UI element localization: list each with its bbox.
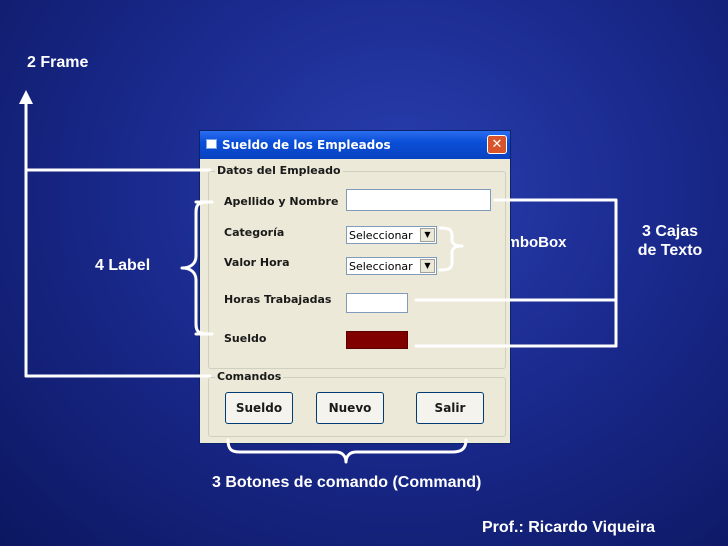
chevron-down-icon[interactable]: ▼ — [420, 259, 435, 273]
nuevo-button[interactable]: Nuevo — [316, 392, 384, 424]
valor-hora-combobox-value: Seleccionar — [349, 260, 413, 273]
label-categoria: Categoría — [224, 226, 285, 239]
form-window: Sueldo de los Empleados ✕ Datos del Empl… — [199, 130, 511, 444]
window-titlebar[interactable]: Sueldo de los Empleados ✕ — [200, 131, 510, 159]
horas-trabajadas-input[interactable] — [346, 293, 408, 313]
apellido-nombre-input[interactable] — [346, 189, 491, 211]
frame-datos-caption: Datos del Empleado — [215, 164, 343, 177]
sueldo-output-box — [346, 331, 408, 349]
categoria-combobox[interactable]: Seleccionar ▼ — [346, 226, 437, 244]
form-icon — [206, 139, 217, 149]
valor-hora-combobox[interactable]: Seleccionar ▼ — [346, 257, 437, 275]
frame-arrowhead — [19, 90, 33, 104]
sueldo-button[interactable]: Sueldo — [225, 392, 293, 424]
label-sueldo: Sueldo — [224, 332, 267, 345]
annotation-label: 4 Label — [95, 257, 151, 274]
frame-comandos-caption: Comandos — [215, 370, 284, 383]
chevron-down-icon[interactable]: ▼ — [420, 228, 435, 242]
author-credit: Prof.: Ricardo Viqueira — [482, 519, 656, 536]
salir-button[interactable]: Salir — [416, 392, 484, 424]
window-title: Sueldo de los Empleados — [222, 138, 391, 152]
label-apellido-nombre: Apellido y Nombre — [224, 195, 339, 208]
label-valor-hora: Valor Hora — [224, 256, 290, 269]
close-button[interactable]: ✕ — [487, 135, 507, 154]
label-horas-trabajadas: Horas Trabajadas — [224, 293, 332, 306]
annotation-frame: 2 Frame — [27, 54, 89, 71]
categoria-combobox-value: Seleccionar — [349, 229, 413, 242]
annotation-textboxes: 3 Cajas de Texto — [637, 223, 703, 259]
annotation-buttons: 3 Botones de comando (Command) — [212, 474, 482, 491]
close-icon: ✕ — [491, 137, 503, 152]
